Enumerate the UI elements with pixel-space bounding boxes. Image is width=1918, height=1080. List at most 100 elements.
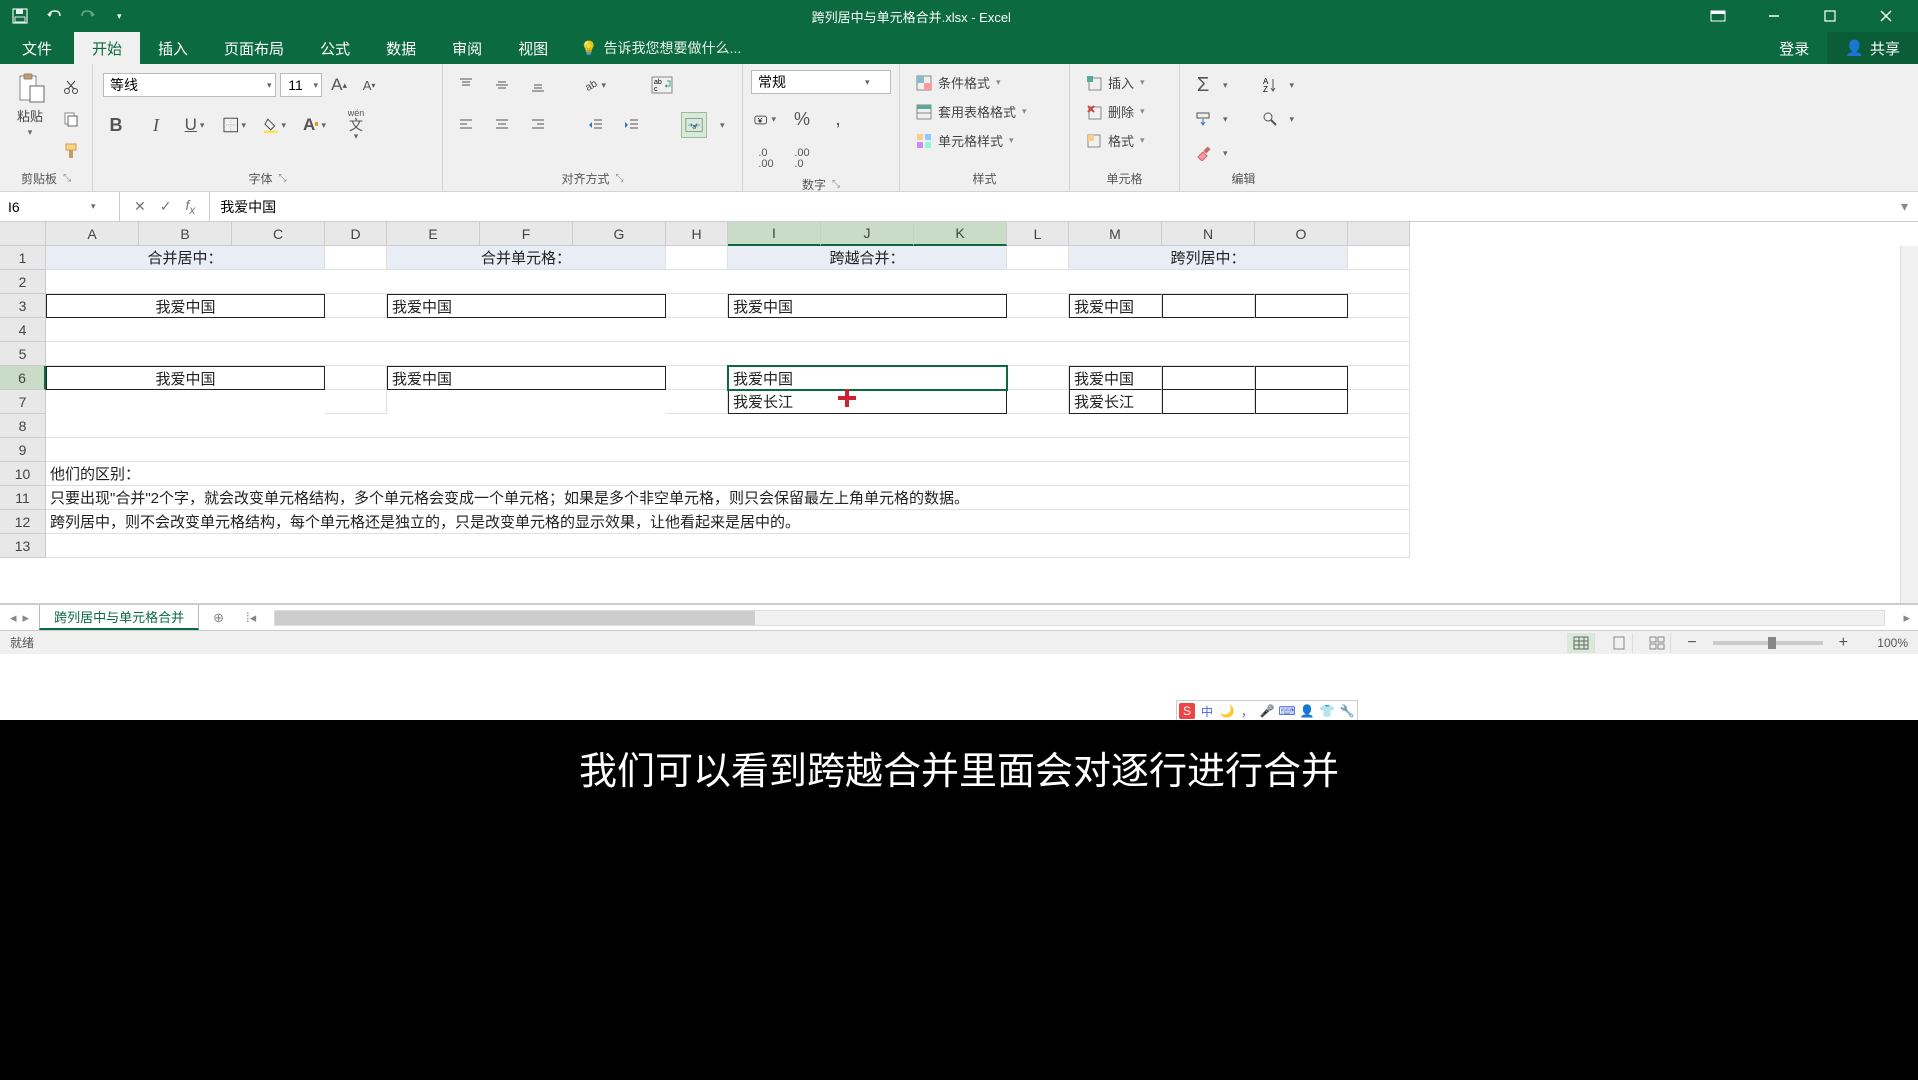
col-header[interactable]: F — [480, 222, 573, 246]
cell[interactable]: 我爱中国 — [46, 294, 325, 318]
row-header[interactable]: 4 — [0, 318, 46, 342]
qat-customize-icon[interactable]: ▾ — [114, 11, 125, 22]
zoom-slider[interactable] — [1713, 641, 1823, 645]
comma-icon[interactable]: , — [825, 106, 851, 132]
increase-indent-icon[interactable] — [619, 112, 645, 138]
row-header[interactable]: 5 — [0, 342, 46, 366]
save-icon[interactable] — [12, 8, 28, 24]
tab-layout[interactable]: 页面布局 — [206, 32, 302, 64]
cell[interactable]: 我爱中国 — [1069, 366, 1162, 390]
row-header[interactable]: 7 — [0, 390, 46, 414]
tab-review[interactable]: 审阅 — [434, 32, 500, 64]
tab-file[interactable]: 文件 — [0, 32, 74, 64]
col-header[interactable]: N — [1162, 222, 1255, 246]
sheet-nav[interactable]: ◂▸ — [0, 610, 39, 626]
add-sheet-icon[interactable]: ⊕ — [199, 610, 238, 626]
cell[interactable]: 跨列居中： — [1069, 246, 1348, 270]
wrap-text-icon[interactable]: abc — [649, 72, 675, 98]
tab-formulas[interactable]: 公式 — [302, 32, 368, 64]
ime-mic-icon[interactable]: 🎤 — [1259, 703, 1275, 719]
sort-filter-icon[interactable]: AZ — [1257, 72, 1283, 98]
close-icon[interactable] — [1864, 0, 1908, 32]
col-header[interactable]: A — [46, 222, 139, 246]
col-header[interactable]: H — [666, 222, 728, 246]
align-bottom-icon[interactable] — [525, 72, 551, 98]
row-header[interactable]: 2 — [0, 270, 46, 294]
font-color-icon[interactable]: A▾ — [303, 112, 329, 138]
align-center-icon[interactable] — [489, 112, 515, 138]
copy-icon[interactable] — [58, 106, 84, 132]
row-header[interactable]: 6 — [0, 366, 46, 390]
select-all-corner[interactable] — [0, 222, 46, 246]
tab-home[interactable]: 开始 — [74, 32, 140, 64]
formula-input[interactable]: 我爱中国 — [210, 197, 1891, 217]
number-launcher-icon[interactable]: ⤡ — [832, 179, 840, 190]
accounting-format-icon[interactable]: ¥▾ — [753, 106, 779, 132]
col-header[interactable]: I — [728, 222, 821, 246]
ime-sogou-icon[interactable]: S — [1179, 703, 1195, 719]
redo-icon[interactable] — [80, 8, 96, 24]
sheet-tab[interactable]: 跨列居中与单元格合并 — [39, 605, 199, 630]
format-painter-icon[interactable] — [58, 138, 84, 164]
bold-icon[interactable]: B — [103, 112, 129, 138]
normal-view-icon[interactable] — [1567, 633, 1595, 653]
table-format-button[interactable]: 套用表格格式▾ — [908, 99, 1035, 124]
decrease-indent-icon[interactable] — [583, 112, 609, 138]
tell-me-search[interactable]: 💡 告诉我您想要做什么... — [566, 32, 755, 64]
cancel-formula-icon[interactable]: ✕ — [134, 198, 146, 215]
percent-icon[interactable]: % — [789, 106, 815, 132]
col-header[interactable]: G — [573, 222, 666, 246]
ime-person-icon[interactable]: 👤 — [1299, 703, 1315, 719]
decrease-font-icon[interactable]: A▾ — [356, 72, 382, 98]
fill-icon[interactable] — [1190, 106, 1216, 132]
fx-icon[interactable]: fx — [185, 197, 195, 217]
zoom-in-icon[interactable]: + — [1833, 634, 1854, 652]
minimize-icon[interactable] — [1752, 0, 1796, 32]
delete-cells-button[interactable]: 删除▾ — [1078, 99, 1153, 124]
decrease-decimal-icon[interactable]: .00.0 — [789, 146, 815, 172]
ime-keyboard-icon[interactable]: ⌨ — [1279, 703, 1295, 719]
cell[interactable]: 跨越合并： — [728, 246, 1007, 270]
tab-insert[interactable]: 插入 — [140, 32, 206, 64]
cell[interactable]: 我爱中国 — [387, 366, 666, 390]
cell[interactable]: 我爱中国 — [387, 294, 666, 318]
align-left-icon[interactable] — [453, 112, 479, 138]
format-cells-button[interactable]: 格式▾ — [1078, 128, 1153, 153]
name-box[interactable]: ▾ — [0, 192, 120, 221]
maximize-icon[interactable] — [1808, 0, 1852, 32]
number-format-select[interactable]: ▾ — [751, 70, 891, 94]
font-launcher-icon[interactable]: ⤡ — [279, 173, 287, 184]
tab-data[interactable]: 数据 — [368, 32, 434, 64]
align-top-icon[interactable] — [453, 72, 479, 98]
col-header[interactable]: L — [1007, 222, 1069, 246]
page-break-view-icon[interactable] — [1643, 633, 1671, 653]
selected-cell[interactable]: 我爱中国 — [728, 366, 1007, 390]
cell[interactable]: 我爱长江 — [728, 390, 1007, 414]
spreadsheet-grid[interactable]: A B C D E F G H I J K L M N O 1 合并居中： 合并… — [0, 222, 1918, 604]
col-header[interactable]: C — [232, 222, 325, 246]
cut-icon[interactable] — [58, 74, 84, 100]
cell[interactable]: 我爱长江 — [1069, 390, 1162, 414]
ime-tool-icon[interactable]: 🔧 — [1339, 703, 1355, 719]
share-button[interactable]: 👤 共享 — [1827, 32, 1918, 64]
cell[interactable]: 合并居中： — [46, 246, 325, 270]
row-header[interactable]: 9 — [0, 438, 46, 462]
cell[interactable]: 我爱中国 — [728, 294, 1007, 318]
tab-view[interactable]: 视图 — [500, 32, 566, 64]
cell[interactable]: 合并单元格： — [387, 246, 666, 270]
clear-icon[interactable] — [1190, 140, 1216, 166]
row-header[interactable]: 10 — [0, 462, 46, 486]
paste-button[interactable]: 粘贴 ▾ — [8, 70, 52, 140]
vertical-scrollbar[interactable] — [1900, 246, 1918, 603]
horizontal-scrollbar[interactable]: ⁞ ◂ ▸ — [238, 610, 1918, 626]
cell[interactable]: 只要出现"合并"2个字，就会改变单元格结构，多个单元格会变成一个单元格；如果是多… — [46, 486, 1410, 510]
row-header[interactable]: 13 — [0, 534, 46, 558]
border-icon[interactable]: ▾ — [223, 112, 249, 138]
font-name-select[interactable]: ▾ — [103, 73, 276, 97]
row-header[interactable]: 8 — [0, 414, 46, 438]
clipboard-launcher-icon[interactable]: ⤡ — [63, 173, 71, 184]
increase-font-icon[interactable]: A▴ — [326, 72, 352, 98]
col-header[interactable]: D — [325, 222, 387, 246]
increase-decimal-icon[interactable]: .0.00 — [753, 146, 779, 172]
ime-shirt-icon[interactable]: 👕 — [1319, 703, 1335, 719]
